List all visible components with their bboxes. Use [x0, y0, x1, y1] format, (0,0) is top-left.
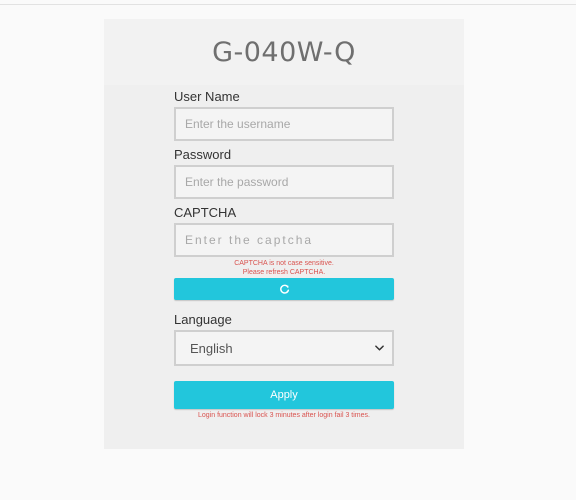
top-divider [0, 4, 576, 5]
language-label: Language [174, 312, 232, 327]
language-select[interactable]: English [174, 330, 394, 366]
card-header: G-040W-Q [104, 19, 464, 85]
password-input[interactable] [174, 165, 394, 199]
username-input[interactable] [174, 107, 394, 141]
refresh-icon [279, 284, 290, 295]
chevron-down-icon [375, 345, 384, 351]
captcha-note-case: CAPTCHA is not case sensitive. [234, 260, 334, 267]
login-card: G-040W-Q User Name Password CAPTCHA CAPT… [104, 19, 464, 449]
username-label: User Name [174, 89, 240, 104]
device-title: G-040W-Q [212, 37, 356, 68]
captcha-note: CAPTCHA is not case sensitive. Please re… [174, 259, 394, 277]
language-selected-value: English [190, 340, 233, 356]
login-lock-note: Login function will lock 3 minutes after… [198, 412, 370, 419]
captcha-label: CAPTCHA [174, 205, 237, 220]
captcha-note-refresh: Please refresh CAPTCHA. [242, 269, 326, 276]
captcha-input[interactable] [174, 223, 394, 257]
refresh-captcha-button[interactable] [174, 278, 394, 300]
apply-button[interactable]: Apply [174, 381, 394, 409]
password-label: Password [174, 147, 232, 162]
